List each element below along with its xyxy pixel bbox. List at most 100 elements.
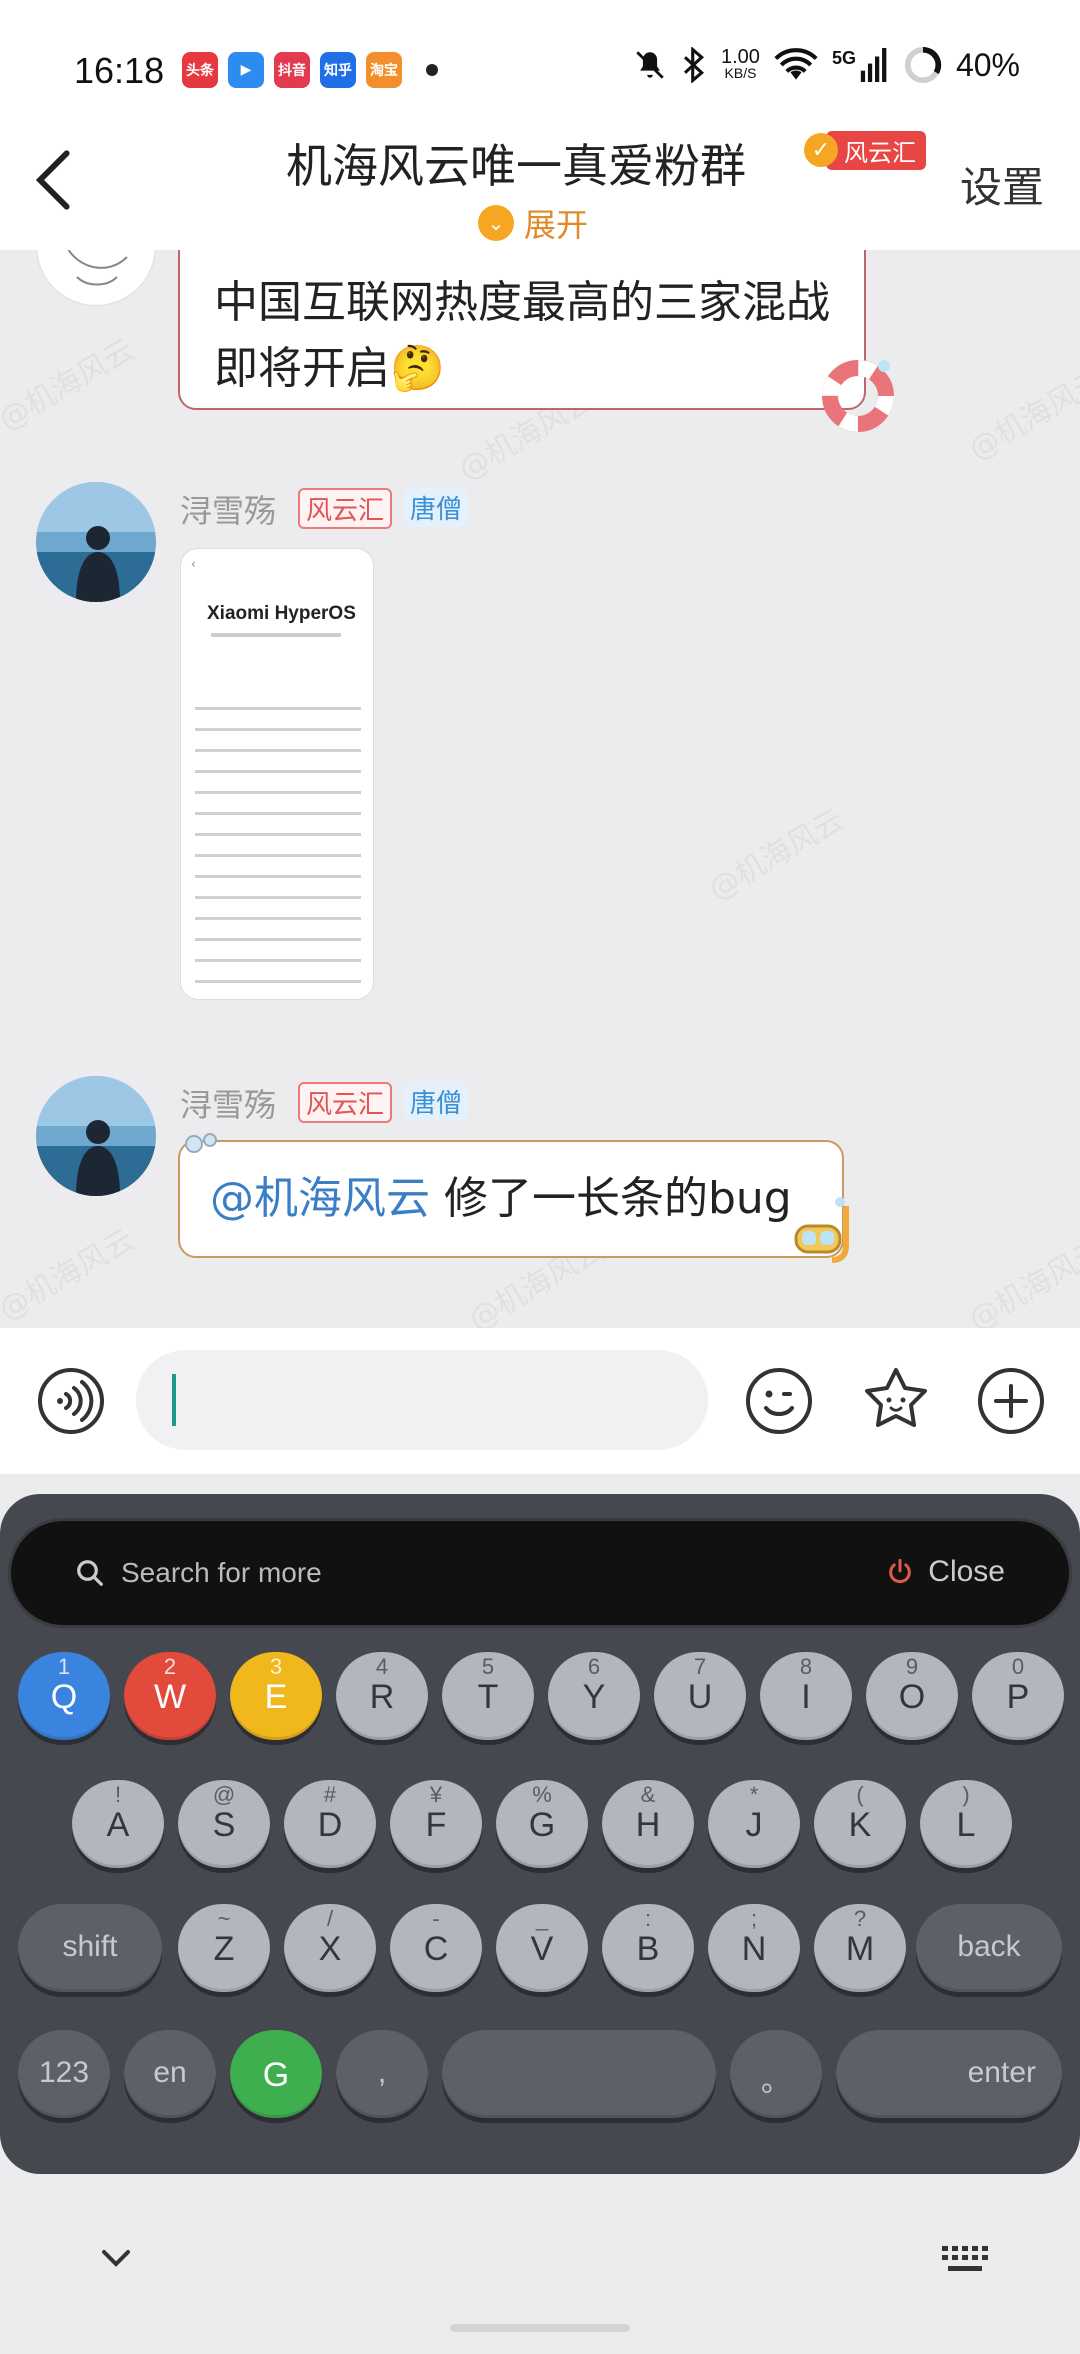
image-title: Xiaomi HyperOS xyxy=(207,603,356,624)
keyboard-area: Search for more Close 1Q2W3E4R5T6Y7U8I9O… xyxy=(0,1474,1080,2354)
key-p[interactable]: 0P xyxy=(972,1652,1064,1740)
key-hint: : xyxy=(644,1906,652,1931)
key-hint: & xyxy=(640,1782,656,1807)
net-speed-value: 1.00 xyxy=(721,46,760,68)
key-hint: ¥ xyxy=(429,1782,443,1807)
key-a[interactable]: ! A xyxy=(72,1780,164,1868)
voice-icon xyxy=(38,1368,104,1434)
text-cursor xyxy=(172,1374,176,1426)
home-indicator xyxy=(450,2324,630,2332)
key-r[interactable]: 4R xyxy=(336,1652,428,1740)
key-g[interactable]: % G xyxy=(496,1780,588,1868)
watermark: @机海风云 xyxy=(0,332,141,438)
period-key[interactable]: 。 xyxy=(730,2030,822,2118)
key-b[interactable]: :B xyxy=(602,1904,694,1992)
watermark: @机海风云 xyxy=(703,802,851,908)
key-label: J xyxy=(745,1806,763,1844)
language-key[interactable]: en xyxy=(124,2030,216,2118)
keyboard-search[interactable]: Search for more xyxy=(75,1557,322,1589)
space-key[interactable] xyxy=(442,2030,716,2118)
key-hint: ; xyxy=(750,1906,758,1931)
enter-key[interactable]: enter xyxy=(836,2030,1062,2118)
key-hint: 0 xyxy=(1011,1654,1025,1679)
key-hint: / xyxy=(326,1906,334,1931)
key-u[interactable]: 7U xyxy=(654,1652,746,1740)
key-label: I xyxy=(801,1678,811,1716)
key-i[interactable]: 8I xyxy=(760,1652,852,1740)
key-m[interactable]: ? M xyxy=(814,1904,906,1992)
mention-link[interactable]: @机海风云 xyxy=(210,1173,430,1224)
key-k[interactable]: (K xyxy=(814,1780,906,1868)
collapse-keyboard-icon[interactable] xyxy=(96,2244,136,2274)
message-bubble[interactable]: @机海风云 修了一长条的bug xyxy=(178,1140,844,1258)
key-o[interactable]: 9O xyxy=(866,1652,958,1740)
douyin-mall-icon: 抖音 xyxy=(274,52,310,88)
signal-icon xyxy=(860,48,887,82)
key-y[interactable]: 6Y xyxy=(548,1652,640,1740)
key-h[interactable]: & H xyxy=(602,1780,694,1868)
image-message[interactable]: ‹ Xiaomi HyperOS xyxy=(180,548,374,1000)
group-title[interactable]: 机海风云唯一真爱粉群 xyxy=(286,130,746,196)
key-label: G xyxy=(262,2056,290,2094)
backspace-key[interactable]: back xyxy=(916,1904,1062,1992)
key-hint: 7 xyxy=(693,1654,707,1679)
key-d[interactable]: # D xyxy=(284,1780,376,1868)
key-label: V xyxy=(530,1930,554,1968)
chat-header: 机海风云唯一真爱粉群 ✓ 风云汇 设置 ⌄ 展开 xyxy=(0,120,1080,250)
chat-messages[interactable]: @机海风云 @机海风云 @机海风云 @机海风云 @机海风云 @机海风云 @机海风… xyxy=(0,250,1080,1328)
key-q[interactable]: 1Q xyxy=(18,1652,110,1740)
key-e[interactable]: 3E xyxy=(230,1652,322,1740)
back-button[interactable] xyxy=(30,145,90,215)
key-v[interactable]: _ V xyxy=(496,1904,588,1992)
g-key[interactable]: G xyxy=(230,2030,322,2118)
voice-button[interactable] xyxy=(36,1366,106,1436)
key-s[interactable]: @ S xyxy=(178,1780,270,1868)
search-icon xyxy=(77,1560,103,1586)
key-c[interactable]: -C xyxy=(390,1904,482,1992)
toutiao-icon: 头条 xyxy=(182,52,218,88)
key-t[interactable]: 5T xyxy=(442,1652,534,1740)
key-label: K xyxy=(848,1806,872,1844)
shift-key[interactable]: shift xyxy=(18,1904,162,1992)
key-l[interactable]: ) L xyxy=(920,1780,1012,1868)
key-x[interactable]: / X xyxy=(284,1904,376,1992)
lifebuoy-icon xyxy=(822,360,894,432)
input-bar xyxy=(0,1328,1080,1474)
more-notifications-icon xyxy=(426,64,438,76)
status-bar: 16:18 头条 ▶ 抖音 知乎 淘宝 1.00 KB/S 5G 40% xyxy=(0,0,1080,130)
sticker-button[interactable] xyxy=(860,1364,930,1434)
emoji-button[interactable] xyxy=(744,1366,814,1436)
watermark: @机海风云 xyxy=(963,362,1080,468)
key-z[interactable]: ~ Z xyxy=(178,1904,270,1992)
key-w[interactable]: 2W xyxy=(124,1652,216,1740)
avatar[interactable] xyxy=(36,482,156,602)
keyboard-toolbar: Search for more Close xyxy=(8,1518,1072,1628)
member-tag: 风云汇 xyxy=(298,1082,393,1123)
avatar[interactable] xyxy=(36,1076,156,1196)
numbers-key[interactable]: 123 xyxy=(18,2030,110,2118)
add-button[interactable] xyxy=(976,1366,1046,1436)
chevron-down-icon: ⌄ xyxy=(478,205,514,241)
comma-key[interactable]: , xyxy=(336,2030,428,2118)
key-label: M xyxy=(845,1930,875,1968)
key-j[interactable]: * J xyxy=(708,1780,800,1868)
key-hint: % xyxy=(532,1782,552,1807)
avatar[interactable] xyxy=(36,250,156,306)
close-keyboard-button[interactable]: Close xyxy=(886,1555,1005,1589)
close-label: Close xyxy=(928,1555,1005,1588)
snorkel-mask-icon xyxy=(794,1197,849,1263)
notification-icons: 头条 ▶ 抖音 知乎 淘宝 xyxy=(182,52,438,88)
sender-name: 浔雪殇 xyxy=(180,492,277,530)
key-label: O xyxy=(898,1678,926,1716)
key-f[interactable]: ¥ F xyxy=(390,1780,482,1868)
battery-icon xyxy=(904,46,942,84)
key-label: N xyxy=(741,1930,767,1968)
key-n[interactable]: ; N xyxy=(708,1904,800,1992)
keyboard-switch-icon[interactable] xyxy=(940,2244,990,2278)
expand-button[interactable]: ⌄ 展开 xyxy=(478,200,588,246)
share-icon: ▶ xyxy=(228,52,264,88)
message-bubble[interactable]: 中国互联网热度最高的三家混战即将开启🤔 xyxy=(178,250,866,410)
message-input[interactable] xyxy=(136,1350,708,1450)
key-hint: _ xyxy=(535,1906,549,1931)
settings-button[interactable]: 设置 xyxy=(960,154,1044,215)
